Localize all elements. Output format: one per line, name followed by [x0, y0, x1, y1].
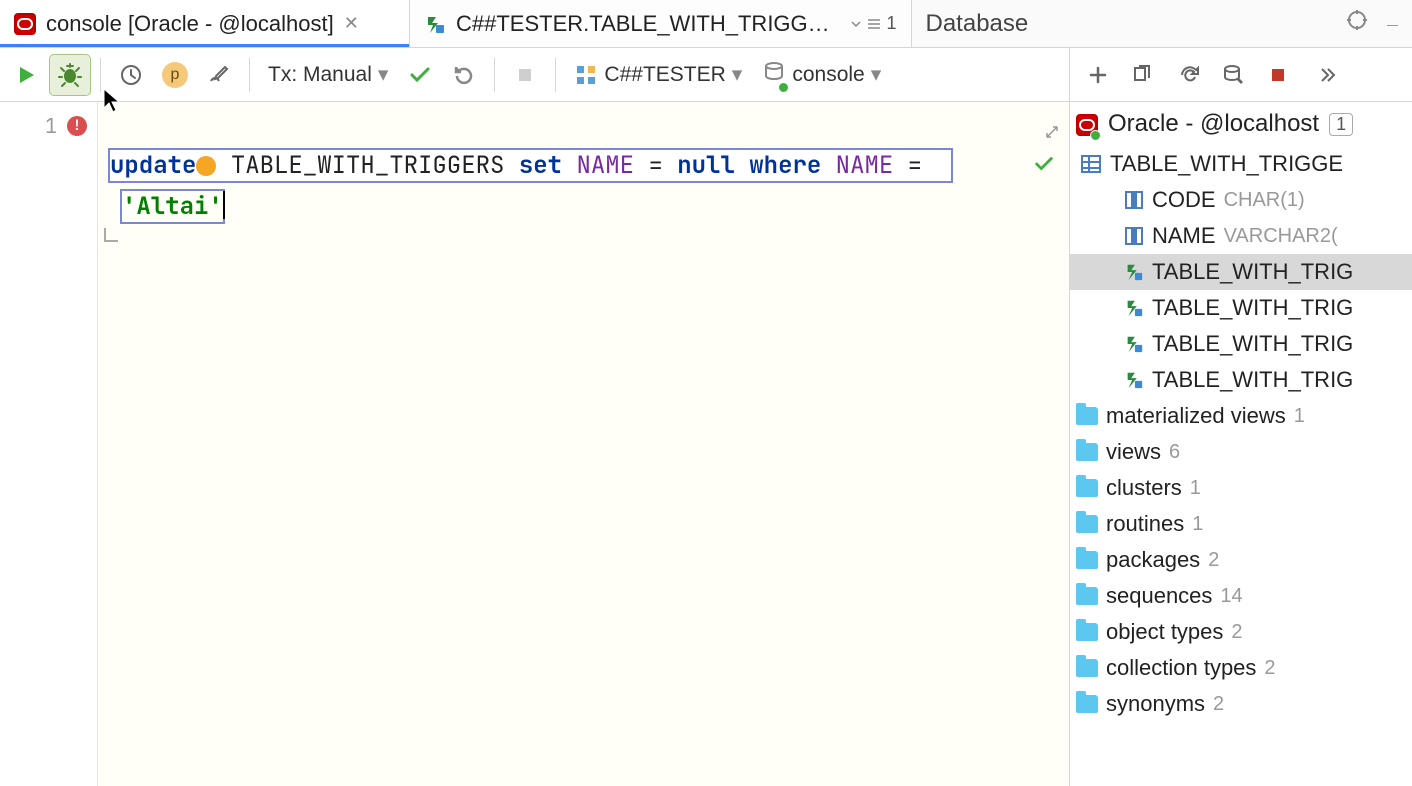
trigger-name: TABLE_WITH_TRIG — [1152, 367, 1353, 393]
close-icon[interactable]: ✕ — [344, 13, 359, 34]
tree-folder-node[interactable]: clusters1 — [1070, 470, 1412, 506]
column-icon — [1124, 190, 1144, 210]
duplicate-button[interactable] — [1122, 55, 1162, 95]
trigger-icon — [1124, 334, 1144, 354]
tree-folder-node[interactable]: synonyms2 — [1070, 686, 1412, 722]
trigger-name: TABLE_WITH_TRIG — [1152, 295, 1353, 321]
hide-icon[interactable]: ⎯ — [1387, 11, 1398, 37]
tree-folder-node[interactable]: routines1 — [1070, 506, 1412, 542]
session-dropdown[interactable]: console ▾ — [754, 55, 889, 95]
column-type: CHAR(1) — [1224, 189, 1305, 212]
connection-label: Oracle - @localhost — [1108, 110, 1319, 138]
column-type: VARCHAR2( — [1224, 225, 1338, 248]
trigger-icon — [1124, 370, 1144, 390]
tab-label: console [Oracle - @localhost] — [46, 11, 334, 37]
tab-trigger-file[interactable]: C##TESTER.TABLE_WITH_TRIGGERS.TABLE_WITH… — [410, 0, 912, 47]
panel-title: Database — [926, 10, 1029, 38]
folder-icon — [1076, 659, 1098, 677]
code-area[interactable]: update TABLE_WITH_TRIGGERS set NAME = nu… — [98, 102, 1069, 786]
more-button[interactable] — [1306, 55, 1346, 95]
stop-busy-button[interactable] — [1258, 55, 1298, 95]
line-number: 1 — [45, 106, 57, 146]
sql-editor[interactable]: 1 ! update TABLE_WITH_TRIGGERS set NAME … — [0, 102, 1069, 786]
text-caret — [223, 191, 225, 219]
run-button[interactable] — [6, 55, 46, 95]
database-tree: TABLE_WITH_TRIGGE CODE CHAR(1) NAME VARC… — [1070, 146, 1412, 786]
datasource-properties-button[interactable] — [1214, 55, 1254, 95]
gutter: 1 ! — [0, 102, 98, 786]
oracle-icon — [1076, 114, 1098, 136]
tree-trigger-node[interactable]: TABLE_WITH_TRIG — [1070, 254, 1412, 290]
commit-button[interactable] — [400, 55, 440, 95]
history-button[interactable] — [111, 55, 151, 95]
inspection-ok-icon[interactable] — [889, 108, 1055, 228]
sql-toolbar: p Tx: Manual ▾ C##TESTER — [0, 48, 1069, 102]
rollback-button[interactable] — [444, 55, 484, 95]
schema-dropdown[interactable]: C##TESTER ▾ — [566, 55, 750, 95]
database-toolbar — [1070, 48, 1412, 102]
tree-folder-node[interactable]: collection types2 — [1070, 650, 1412, 686]
tree-table-node[interactable]: TABLE_WITH_TRIGGE — [1070, 146, 1412, 182]
tab-tail: 1 — [850, 13, 896, 34]
debug-button[interactable] — [50, 55, 90, 95]
tab-console[interactable]: console [Oracle - @localhost] ✕ — [0, 0, 410, 47]
column-icon — [1124, 226, 1144, 246]
editor-pane: p Tx: Manual ▾ C##TESTER — [0, 48, 1070, 786]
folder-icon — [1076, 695, 1098, 713]
oracle-icon — [14, 13, 36, 35]
trigger-name: TABLE_WITH_TRIG — [1152, 331, 1353, 357]
column-name: NAME — [1152, 223, 1216, 249]
folder-icon — [1076, 515, 1098, 533]
stop-button[interactable] — [505, 55, 545, 95]
refresh-button[interactable] — [1170, 55, 1210, 95]
tree-trigger-node[interactable]: TABLE_WITH_TRIG — [1070, 326, 1412, 362]
warning-dot-icon — [196, 156, 216, 176]
folder-icon — [1076, 587, 1098, 605]
folder-icon — [1076, 551, 1098, 569]
folder-icon — [1076, 623, 1098, 641]
column-name: CODE — [1152, 187, 1216, 213]
trigger-icon — [1124, 262, 1144, 282]
tree-folder-node[interactable]: packages2 — [1070, 542, 1412, 578]
tab-label: C##TESTER.TABLE_WITH_TRIGGERS.TABLE_WITH… — [456, 11, 840, 37]
tree-folder-node[interactable]: sequences14 — [1070, 578, 1412, 614]
tree-column-node[interactable]: CODE CHAR(1) — [1070, 182, 1412, 218]
tree-folder-node[interactable]: views6 — [1070, 434, 1412, 470]
settings-button[interactable] — [199, 55, 239, 95]
folder-icon — [1076, 407, 1098, 425]
database-panel-header: Database ⎯ — [912, 0, 1412, 47]
tree-column-node[interactable]: NAME VARCHAR2( — [1070, 218, 1412, 254]
connection-node[interactable]: Oracle - @localhost 1 — [1070, 102, 1412, 146]
tree-folder-node[interactable]: materialized views1 — [1070, 398, 1412, 434]
tree-trigger-node[interactable]: TABLE_WITH_TRIG — [1070, 362, 1412, 398]
add-datasource-button[interactable] — [1078, 55, 1118, 95]
table-icon — [1080, 153, 1102, 175]
error-icon[interactable]: ! — [67, 116, 87, 136]
tree-folder-node[interactable]: object types2 — [1070, 614, 1412, 650]
tab-bar: console [Oracle - @localhost] ✕ C##TESTE… — [0, 0, 1412, 48]
table-name: TABLE_WITH_TRIGGE — [1110, 151, 1343, 177]
trigger-name: TABLE_WITH_TRIG — [1152, 259, 1353, 285]
connection-count-badge: 1 — [1329, 113, 1353, 136]
trigger-icon — [424, 13, 446, 35]
tx-mode-dropdown[interactable]: Tx: Manual ▾ — [260, 55, 396, 95]
database-panel: Oracle - @localhost 1 TABLE_WITH_TRIGGE … — [1070, 48, 1412, 786]
target-icon[interactable] — [1345, 8, 1369, 39]
folder-icon — [1076, 479, 1098, 497]
trigger-icon — [1124, 298, 1144, 318]
p-button[interactable]: p — [155, 55, 195, 95]
tree-trigger-node[interactable]: TABLE_WITH_TRIG — [1070, 290, 1412, 326]
folder-icon — [1076, 443, 1098, 461]
